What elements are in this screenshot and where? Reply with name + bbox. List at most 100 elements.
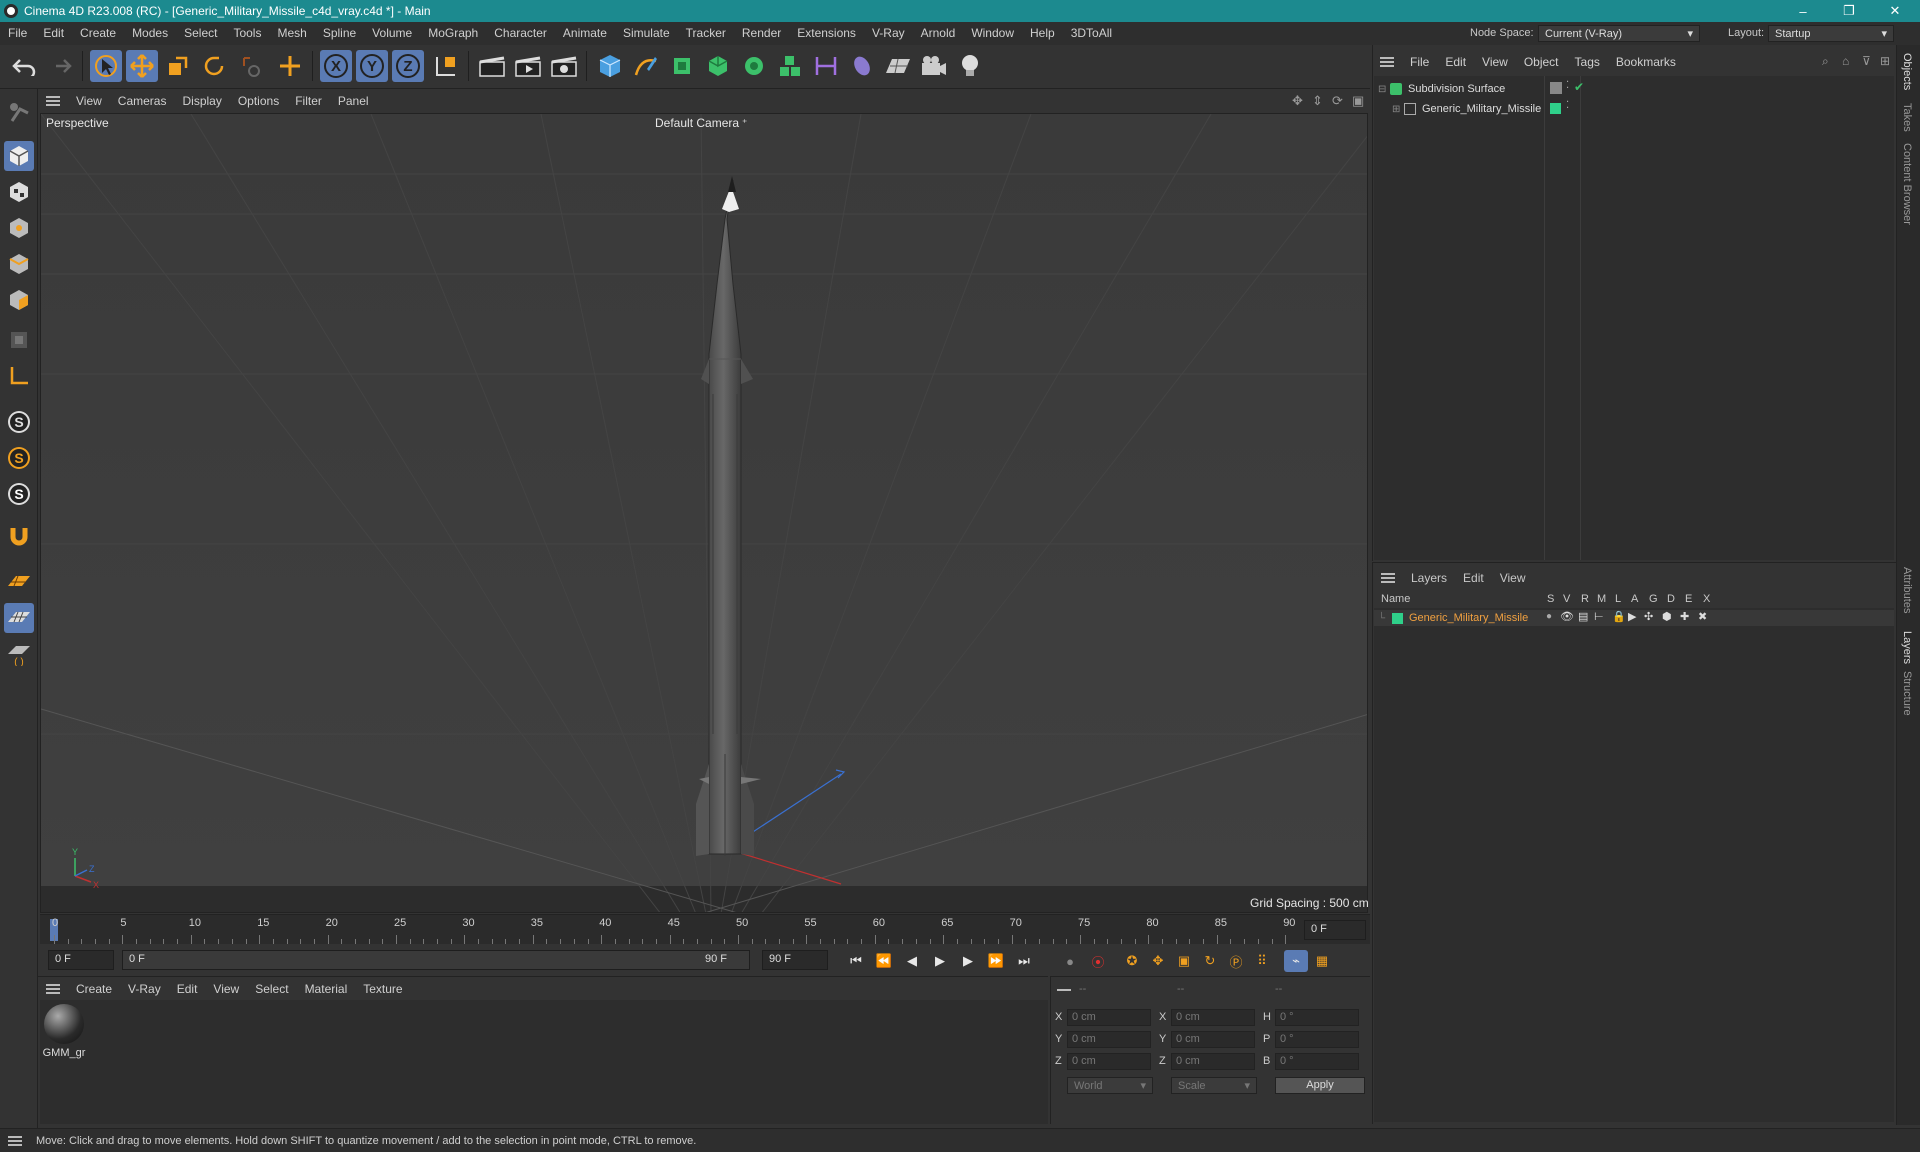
menu-vray[interactable]: V-Ray: [864, 22, 913, 45]
node-space-select[interactable]: Current (V-Ray) ▾: [1538, 25, 1700, 42]
render-picture-viewer-button[interactable]: [512, 50, 544, 82]
mograph-cloner-button[interactable]: [774, 50, 806, 82]
keyframe-selection-button[interactable]: ✪: [1120, 950, 1144, 972]
key-pla-button[interactable]: ⠿: [1250, 950, 1274, 972]
object-menu-tags[interactable]: Tags: [1567, 55, 1608, 69]
tab-takes[interactable]: Takes: [1901, 103, 1913, 132]
tab-objects[interactable]: Objects: [1901, 53, 1913, 90]
material-menu-vray[interactable]: V-Ray: [120, 982, 169, 996]
material-menu-select[interactable]: Select: [247, 982, 296, 996]
size-y-field[interactable]: 0 cm: [1171, 1031, 1255, 1048]
menu-mesh[interactable]: Mesh: [269, 22, 314, 45]
hamburger-icon[interactable]: [8, 1135, 22, 1146]
menu-select[interactable]: Select: [176, 22, 225, 45]
xrefs-icon[interactable]: ✖: [1698, 610, 1707, 623]
rotate-tool-button[interactable]: [198, 50, 230, 82]
menu-tools[interactable]: Tools: [225, 22, 269, 45]
scale-tool-button[interactable]: [162, 50, 194, 82]
deformers-icon[interactable]: ⬢: [1662, 610, 1672, 623]
tab-attributes[interactable]: Attributes: [1901, 567, 1913, 613]
camera-button[interactable]: [918, 50, 950, 82]
menu-mograph[interactable]: MoGraph: [420, 22, 486, 45]
render-view-button[interactable]: [476, 50, 508, 82]
material-menu-view[interactable]: View: [205, 982, 247, 996]
uv-mode-button[interactable]: [4, 325, 34, 355]
expand-icon[interactable]: ⊞: [1392, 104, 1404, 115]
menu-simulate[interactable]: Simulate: [615, 22, 678, 45]
position-z-field[interactable]: 0 cm: [1067, 1053, 1151, 1070]
layout-select[interactable]: Startup ▾: [1768, 25, 1894, 42]
planar-workplane-button[interactable]: ( ): [4, 639, 34, 669]
menu-help[interactable]: Help: [1022, 22, 1063, 45]
size-mode-select[interactable]: Scale ▾: [1171, 1077, 1257, 1094]
menu-3dtoall[interactable]: 3DToAll: [1063, 22, 1120, 45]
search-icon[interactable]: ⌕: [1822, 54, 1829, 69]
viewport-menu-view[interactable]: View: [68, 94, 110, 108]
next-key-button[interactable]: ⏩: [984, 950, 1008, 972]
object-row[interactable]: ⊞ Generic_Military_Missile ⁚: [1392, 100, 1888, 118]
timeline-ruler[interactable]: 0 5 10 15 20 25 30 35 40 45 50 55 60 65 70 75 80 85 90 0 F: [40, 914, 1370, 944]
pen-spline-button[interactable]: [630, 50, 662, 82]
manager-icon[interactable]: ⊢: [1594, 610, 1604, 623]
layer-menu-layers[interactable]: Layers: [1403, 571, 1455, 585]
collapse-icon[interactable]: ⊟: [1378, 84, 1390, 95]
zoom-view-icon[interactable]: ⇕: [1312, 93, 1323, 109]
axis-mode-button[interactable]: [4, 361, 34, 391]
position-y-field[interactable]: 0 cm: [1067, 1031, 1151, 1048]
new-view-icon[interactable]: ⊞: [1880, 54, 1890, 68]
light-button[interactable]: [954, 50, 986, 82]
generators-icon[interactable]: ✣: [1644, 610, 1653, 623]
world-axis-button[interactable]: [274, 50, 306, 82]
apply-button[interactable]: Apply: [1275, 1077, 1365, 1094]
perspective-viewport[interactable]: Y X Z: [40, 113, 1368, 913]
magnet-button[interactable]: [4, 521, 34, 551]
maximize-view-icon[interactable]: ▣: [1352, 93, 1364, 109]
undo-button[interactable]: [8, 50, 40, 82]
tab-structure[interactable]: Structure: [1901, 671, 1913, 716]
subdivision-surface-button[interactable]: [666, 50, 698, 82]
menu-tracker[interactable]: Tracker: [678, 22, 734, 45]
material-item[interactable]: GMM_gr: [42, 1004, 86, 1064]
edge-mode-button[interactable]: [4, 249, 34, 279]
coordinate-space-select[interactable]: World ▾: [1067, 1077, 1153, 1094]
key-position-button[interactable]: ✥: [1146, 950, 1170, 972]
edit-checkbox-icon[interactable]: [1550, 82, 1562, 94]
play-button[interactable]: ▶: [928, 950, 952, 972]
render-settings-button[interactable]: [548, 50, 580, 82]
object-menu-bookmarks[interactable]: Bookmarks: [1608, 55, 1684, 69]
lock-icon[interactable]: 🔒: [1612, 610, 1626, 623]
layer-row[interactable]: └ Generic_Military_Missile ● 👁 ▤ ⊢ 🔒 ▶ ✣…: [1374, 610, 1894, 626]
go-to-end-button[interactable]: ⏭: [1012, 950, 1036, 972]
key-scale-button[interactable]: ▣: [1172, 950, 1196, 972]
eye-icon[interactable]: 👁: [1560, 610, 1574, 623]
polygon-mode-button[interactable]: [4, 285, 34, 315]
close-button[interactable]: ✕: [1872, 0, 1918, 22]
visibility-dots-icon[interactable]: ⁚: [1566, 100, 1569, 111]
timeline-scroll-button[interactable]: ⌁: [1284, 950, 1308, 972]
viewport-menu-display[interactable]: Display: [174, 94, 229, 108]
cloner-button[interactable]: [738, 50, 770, 82]
model-mode-button[interactable]: [4, 141, 34, 171]
deformer-button[interactable]: [810, 50, 842, 82]
menu-arnold[interactable]: Arnold: [913, 22, 964, 45]
go-to-start-button[interactable]: ⏮: [844, 950, 868, 972]
menu-volume[interactable]: Volume: [364, 22, 420, 45]
menu-character[interactable]: Character: [486, 22, 555, 45]
menu-create[interactable]: Create: [72, 22, 124, 45]
camera-selector[interactable]: Default Camera ⁺: [655, 116, 747, 130]
object-menu-view[interactable]: View: [1474, 55, 1516, 69]
hamburger-icon[interactable]: [1380, 57, 1394, 67]
x-axis-lock-button[interactable]: X: [320, 50, 352, 82]
move-tool-button[interactable]: [126, 50, 158, 82]
size-z-field[interactable]: 0 cm: [1171, 1053, 1255, 1070]
layer-color-icon[interactable]: [1550, 103, 1561, 114]
render-icon[interactable]: ▤: [1578, 610, 1588, 623]
current-frame-field[interactable]: 0 F: [1304, 920, 1366, 940]
solo-icon[interactable]: ●: [1546, 611, 1552, 622]
menu-window[interactable]: Window: [963, 22, 1022, 45]
pan-view-icon[interactable]: ✥: [1292, 93, 1303, 109]
menu-edit[interactable]: Edit: [35, 22, 72, 45]
minimize-button[interactable]: –: [1780, 0, 1826, 22]
material-menu-create[interactable]: Create: [68, 982, 120, 996]
position-x-field[interactable]: 0 cm: [1067, 1009, 1151, 1026]
